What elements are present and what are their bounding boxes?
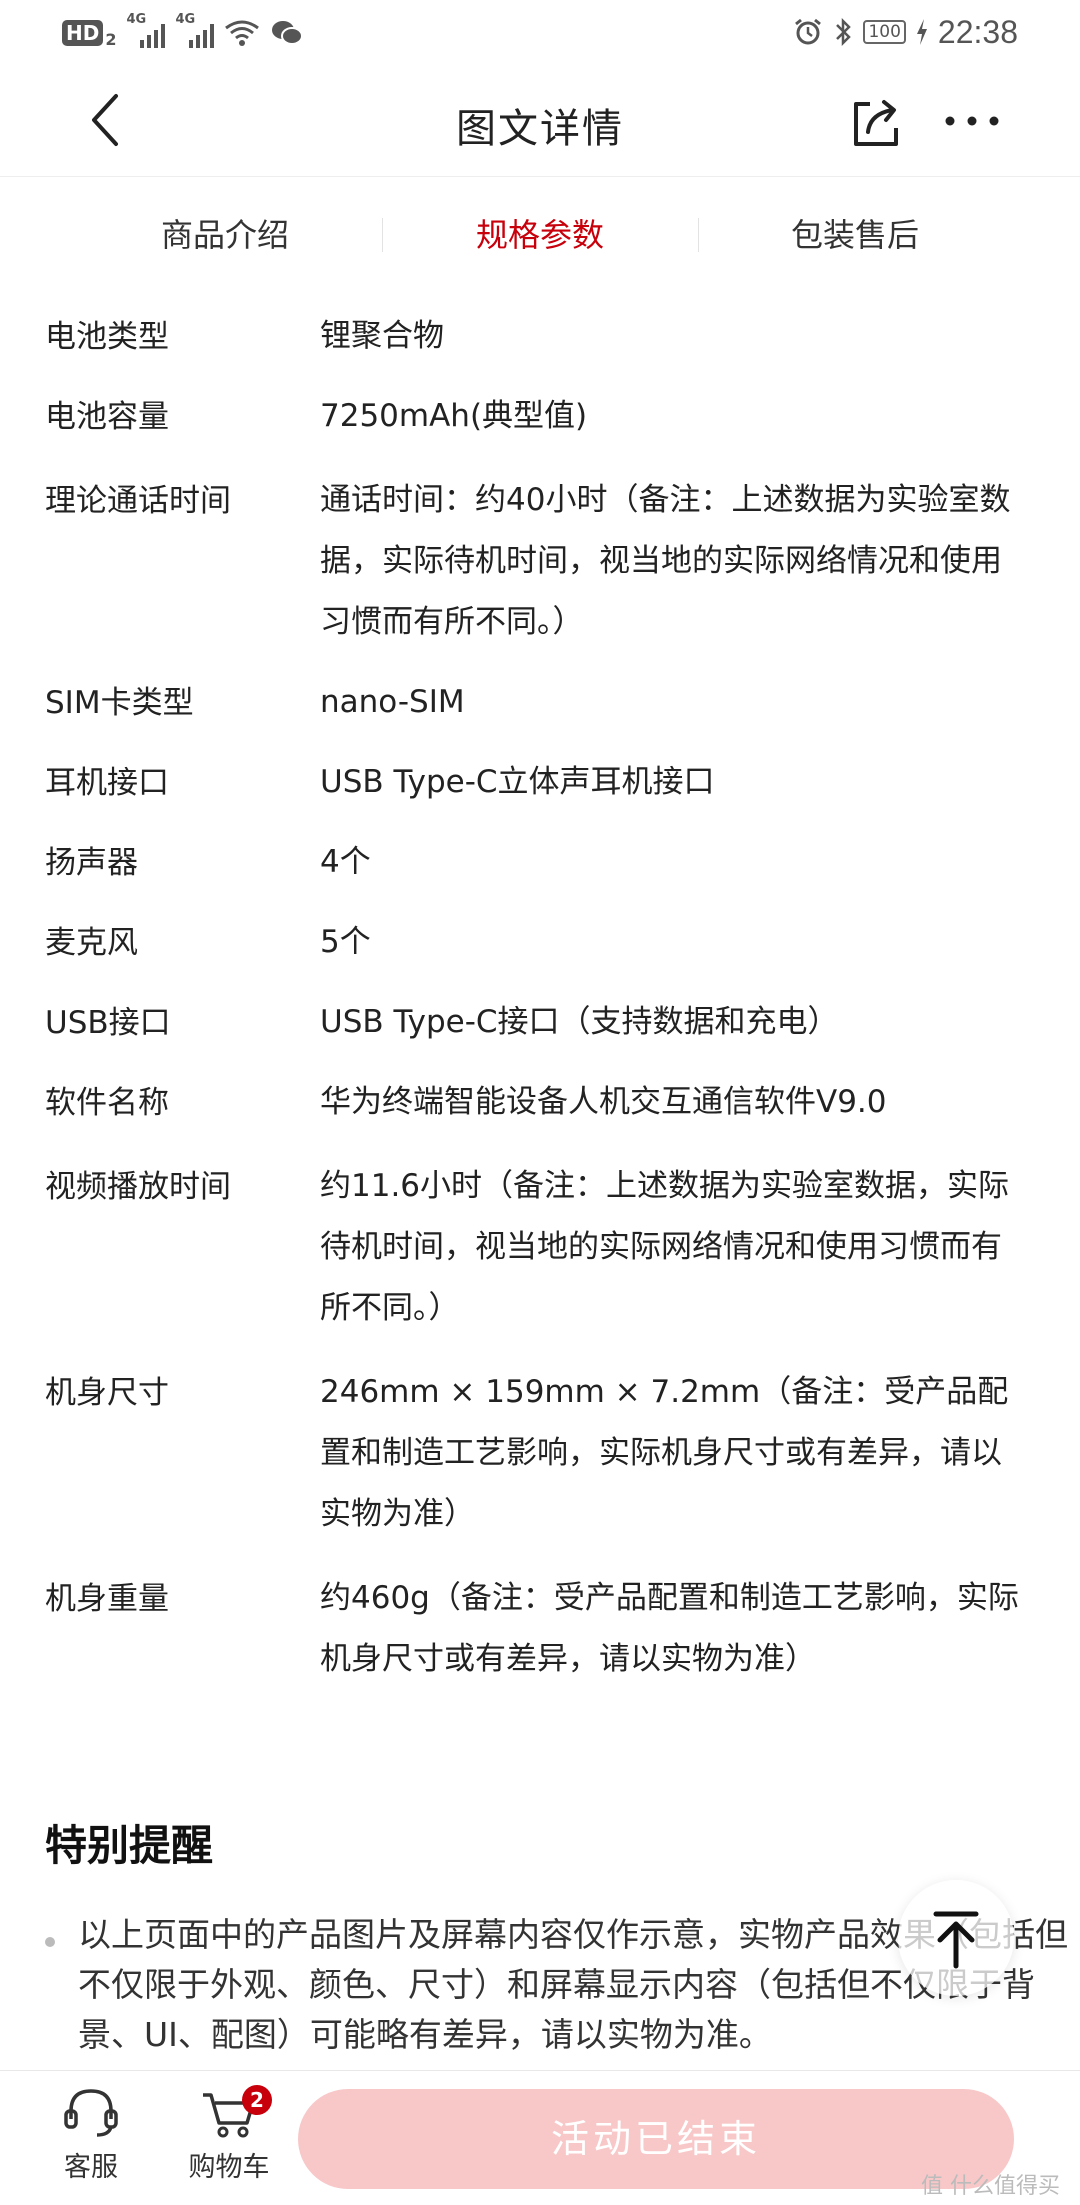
status-left: HD 2 4G 4G [62,12,304,52]
spec-key: 理论通话时间 [45,483,231,519]
bottom-action-bar: 客服 2 购物车 活动已结束 [0,2070,1080,2205]
activity-ended-button[interactable]: 活动已结束 [298,2089,1014,2189]
spec-value: 约460g（备注：受产品配置和制造工艺影响，实际机身尺寸或有差异，请以实物为准） [320,1580,1019,1677]
spec-key: USB接口 [45,1005,171,1041]
headset-icon [64,2089,118,2137]
share-icon[interactable] [846,92,906,152]
tab-packaging-service[interactable]: 包装售后 [675,210,1035,256]
back-to-top-button[interactable] [898,1880,1014,1996]
wechat-icon [272,21,304,45]
arrow-up-icon [933,1911,979,1969]
spec-value: 约11.6小时（备注：上述数据为实验室数据，实际待机时间，视当地的实际网络情况和… [320,1168,1010,1326]
spec-key: 视频播放时间 [45,1169,231,1205]
tab-product-intro[interactable]: 商品介绍 [45,210,405,256]
spec-key: 电池类型 [45,319,169,355]
alarm-icon [795,18,822,45]
tab-bar: 商品介绍 规格参数 包装售后 [0,178,1080,288]
charging-icon [916,19,927,45]
clock: 22:38 [937,13,1018,50]
hd-sub-label: 2 [105,29,117,49]
spec-value: 通话时间：约40小时（备注：上述数据为实验室数据，实际待机时间，视当地的实际网络… [320,482,1011,640]
spec-value: USB Type-C接口（支持数据和充电） [320,1004,839,1040]
reminder-title: 特别提醒 [45,1821,214,1870]
spec-value: USB Type-C立体声耳机接口 [320,764,715,800]
customer-service-button[interactable]: 客服 [36,2085,146,2184]
customer-service-label: 客服 [64,2152,118,2183]
hd-label: HD [62,20,104,46]
battery-indicator: 100 [863,20,906,44]
spec-value: 246mm × 159mm × 7.2mm（备注：受产品配置和制造工艺影响，实际… [320,1374,1009,1532]
status-right: 100 22:38 [793,10,1018,54]
spec-value: nano-SIM [320,684,465,720]
spec-value: 锂聚合物 [320,318,444,354]
spec-key: SIM卡类型 [45,685,194,721]
wifi-icon [225,20,260,46]
nav-bar: 图文详情 [0,66,1080,177]
bullet-dot [45,1937,55,1947]
spec-key: 机身重量 [45,1581,169,1617]
network-type-sim1: 4G [126,12,147,27]
spec-key: 扬声器 [45,845,138,881]
spec-value: 5个 [320,924,371,960]
signal-icon-sim1: 4G [126,12,166,48]
watermark: 值 什么值得买 [921,2174,1060,2199]
cart-label: 购物车 [188,2152,270,2183]
spec-key: 麦克风 [45,925,138,961]
spec-value: 7250mAh(典型值) [320,398,588,434]
bluetooth-icon [836,17,852,47]
page-title: 图文详情 [456,106,624,152]
cart-count-badge: 2 [242,2085,272,2115]
spec-key: 机身尺寸 [45,1375,169,1411]
status-bar: HD 2 4G 4G 100 22:38 [0,0,1080,66]
spec-key: 电池容量 [45,399,169,435]
tab-specs[interactable]: 规格参数 [360,210,720,256]
signal-icon-sim2: 4G [175,12,215,48]
more-icon[interactable] [940,96,1004,146]
cart-button[interactable]: 2 购物车 [174,2085,284,2184]
spec-value: 华为终端智能设备人机交互通信软件V9.0 [320,1084,887,1120]
spec-key: 耳机接口 [45,765,169,801]
network-type-sim2: 4G [175,12,196,27]
hd-voice-indicator: HD 2 [62,18,116,49]
spec-value: 4个 [320,844,371,880]
spec-key: 软件名称 [45,1085,169,1121]
